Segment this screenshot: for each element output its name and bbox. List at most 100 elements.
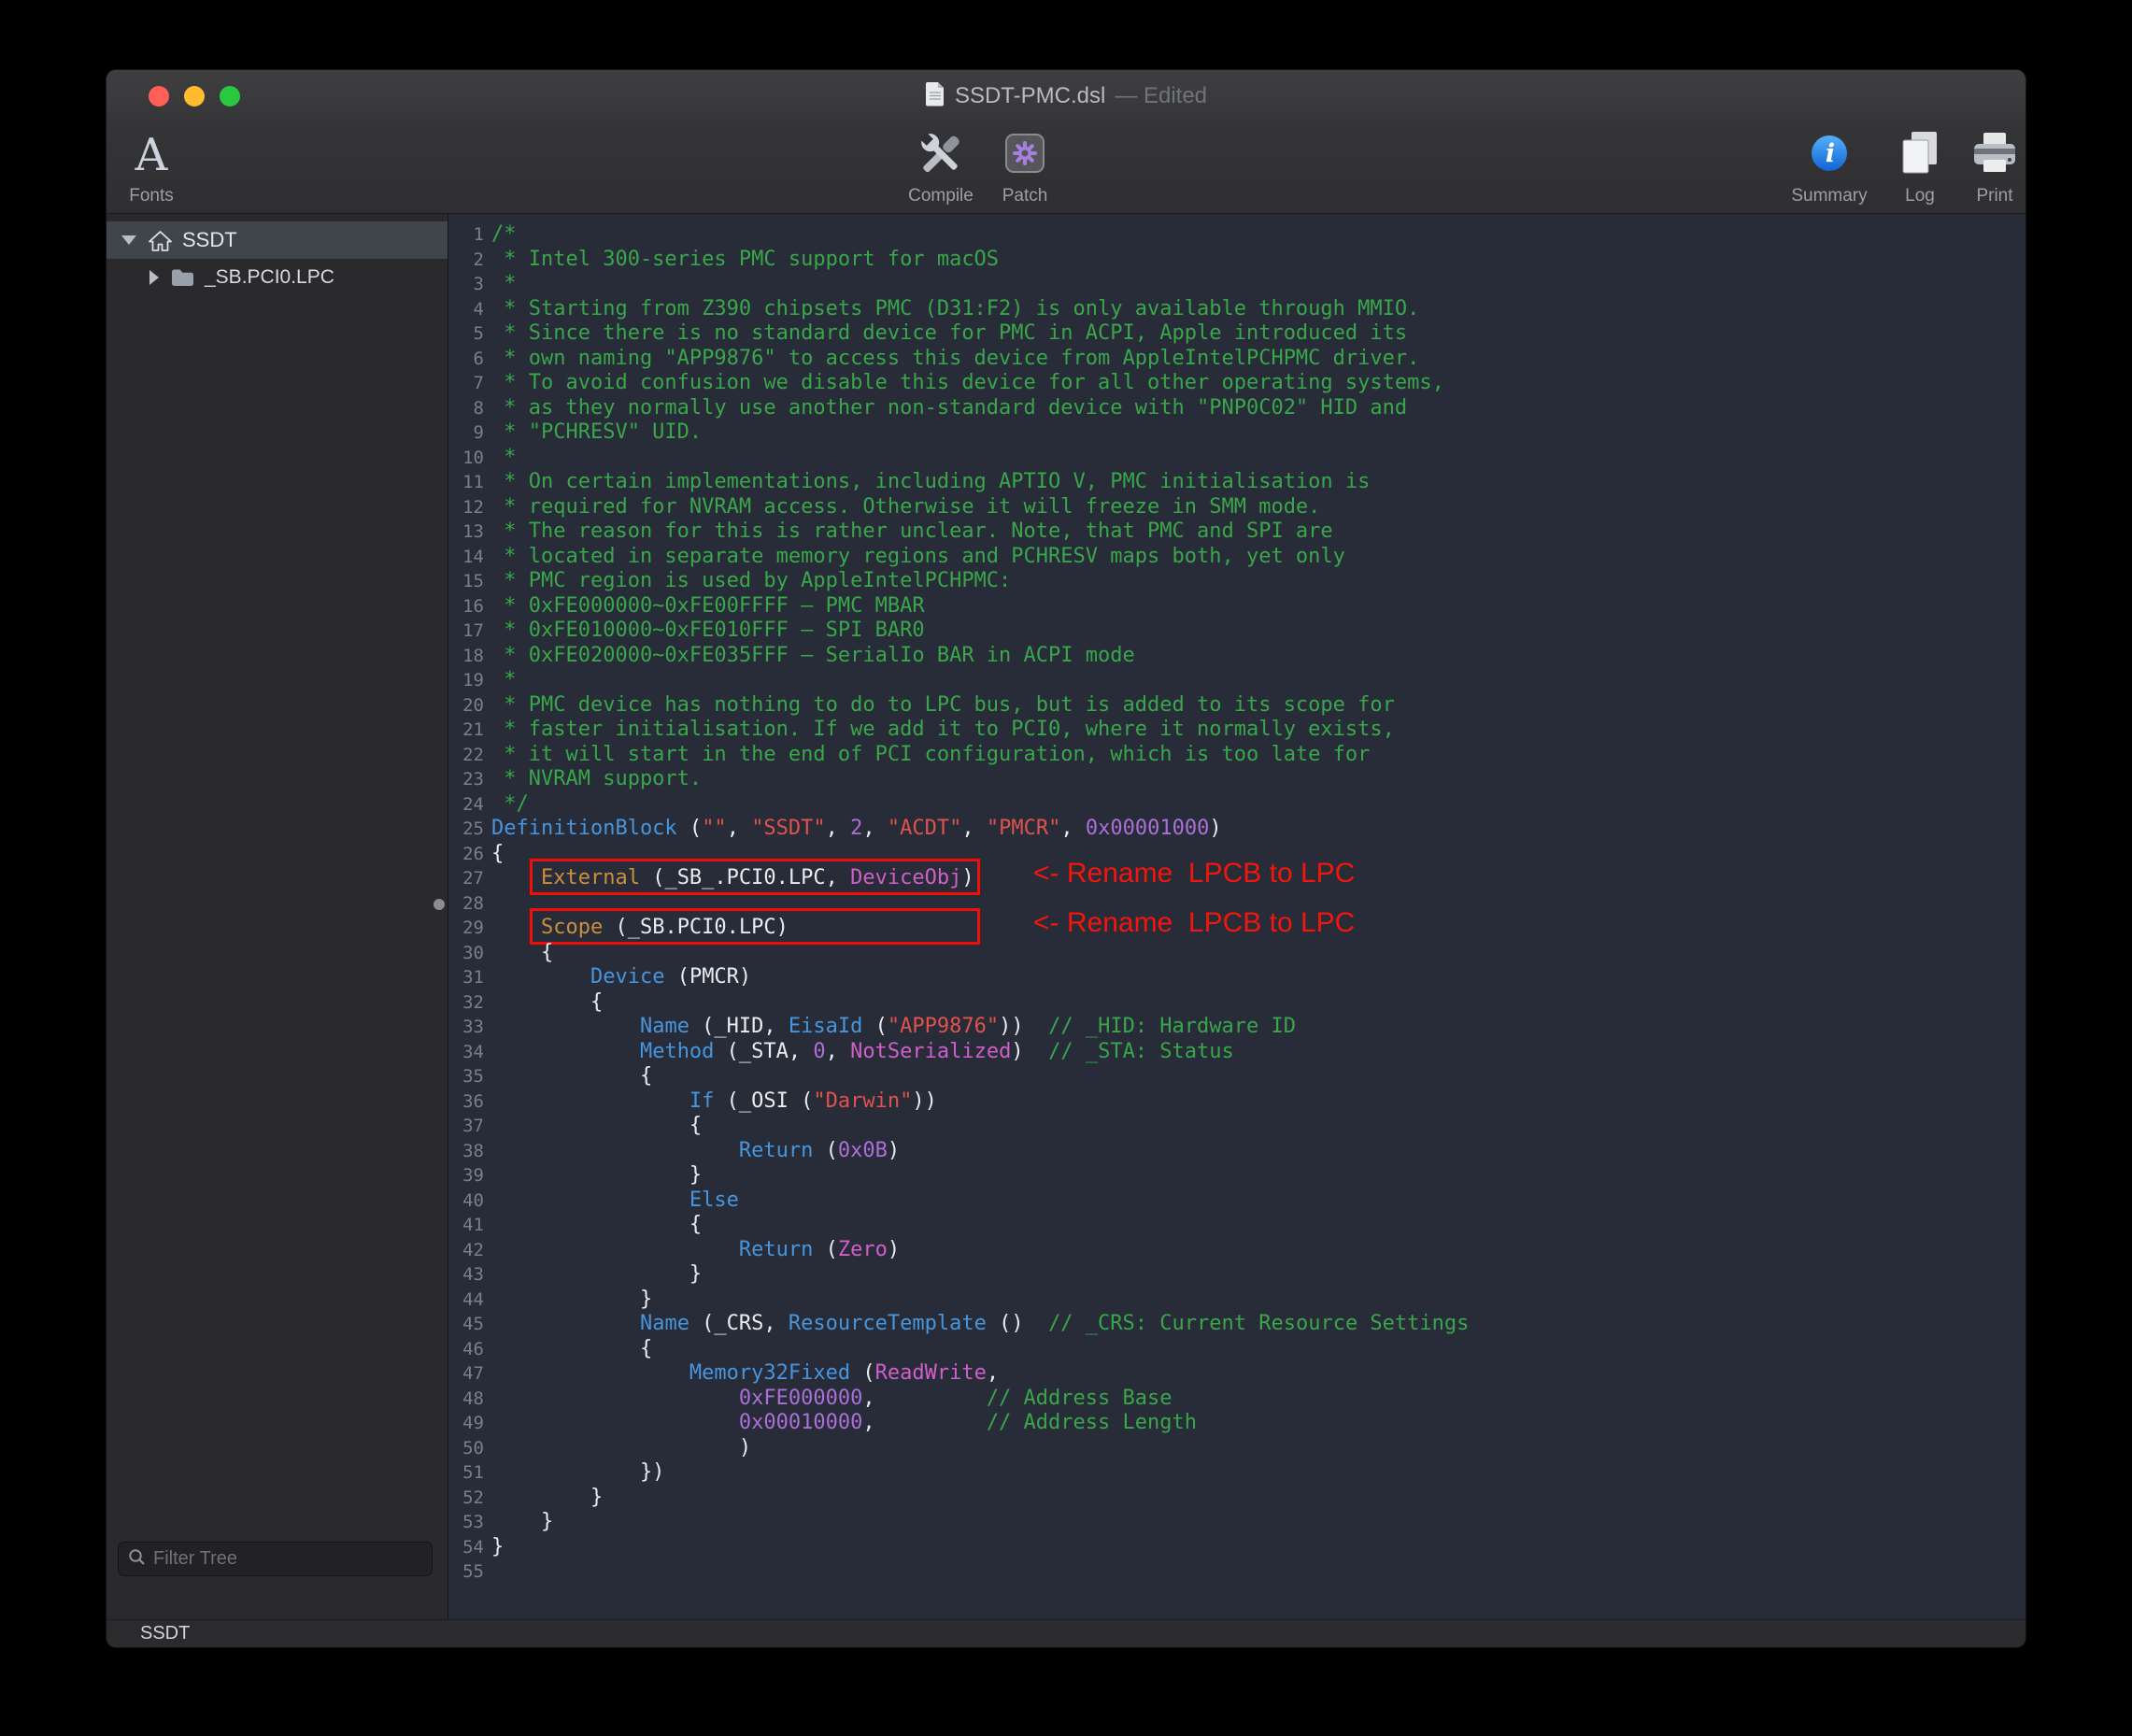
code-line[interactable]: 49 0x00010000, // Address Length — [448, 1411, 2025, 1436]
line-number: 23 — [448, 767, 491, 792]
magnifier-icon — [128, 1548, 146, 1571]
code-line[interactable]: 16 * 0xFE000000~0xFE00FFFF — PMC MBAR — [448, 594, 2025, 619]
code-line[interactable]: 38 Return (0x0B) — [448, 1139, 2025, 1164]
line-number: 45 — [448, 1312, 491, 1337]
code-line[interactable]: 40 Else — [448, 1188, 2025, 1214]
code-line[interactable]: 43 } — [448, 1262, 2025, 1288]
code-line[interactable]: 8 * as they normally use another non-sta… — [448, 396, 2025, 421]
code-text: * 0xFE000000~0xFE00FFFF — PMC MBAR — [491, 594, 925, 619]
line-number: 24 — [448, 792, 491, 818]
title-bar[interactable]: SSDT-PMC.dsl — Edited — [107, 70, 2025, 122]
code-editor[interactable]: 1/*2 * Intel 300-series PMC support for … — [448, 214, 2025, 1619]
filter-tree-input[interactable] — [153, 1548, 422, 1570]
line-number: 15 — [448, 569, 491, 594]
code-line[interactable]: 50 ) — [448, 1436, 2025, 1461]
code-line[interactable]: 23 * NVRAM support. — [448, 767, 2025, 792]
line-number: 38 — [448, 1139, 491, 1164]
patch-button[interactable]: Patch — [955, 126, 1095, 206]
line-number: 11 — [448, 470, 491, 495]
code-line[interactable]: 10 * — [448, 446, 2025, 471]
code-line[interactable]: 53 } — [448, 1510, 2025, 1535]
code-text: { — [491, 1114, 702, 1139]
code-text: * Since there is no standard device for … — [491, 321, 1407, 347]
code-text: { — [491, 842, 504, 867]
code-line[interactable]: 7 * To avoid confusion we disable this d… — [448, 371, 2025, 396]
code-text: } — [491, 1262, 702, 1288]
code-line[interactable]: 52 } — [448, 1486, 2025, 1511]
code-line[interactable]: 20 * PMC device has nothing to do to LPC… — [448, 693, 2025, 719]
line-number: 43 — [448, 1262, 491, 1288]
code-line[interactable]: 48 0xFE000000, // Address Base — [448, 1387, 2025, 1412]
line-number: 2 — [448, 248, 491, 273]
code-line[interactable]: 42 Return (Zero) — [448, 1238, 2025, 1263]
code-text: * Intel 300-series PMC support for macOS — [491, 248, 999, 273]
code-line[interactable]: 31 Device (PMCR) — [448, 965, 2025, 990]
code-line[interactable]: 1/* — [448, 222, 2025, 248]
code-line[interactable]: 33 Name (_HID, EisaId ("APP9876")) // _H… — [448, 1015, 2025, 1040]
code-line[interactable]: 2 * Intel 300-series PMC support for mac… — [448, 248, 2025, 273]
code-line[interactable]: 47 Memory32Fixed (ReadWrite, — [448, 1361, 2025, 1387]
code-line[interactable]: 41 { — [448, 1213, 2025, 1238]
line-number: 47 — [448, 1361, 491, 1387]
code-line[interactable]: 19 * — [448, 668, 2025, 693]
code-line[interactable]: 24 */ — [448, 792, 2025, 818]
code-line[interactable]: 6 * own naming "APP9876" to access this … — [448, 347, 2025, 372]
code-line[interactable]: 25DefinitionBlock ("", "SSDT", 2, "ACDT"… — [448, 817, 2025, 842]
line-number: 17 — [448, 619, 491, 644]
code-line[interactable]: 9 * "PCHRESV" UID. — [448, 420, 2025, 446]
code-line[interactable]: 27 External (_SB_.PCI0.LPC, DeviceObj)<-… — [448, 866, 2025, 891]
line-number: 4 — [448, 297, 491, 322]
code-line[interactable]: 32 { — [448, 990, 2025, 1016]
print-button[interactable]: Print — [1925, 126, 2025, 206]
code-text: * PMC region is used by AppleIntelPCHPMC… — [491, 569, 1011, 594]
window-title: SSDT-PMC.dsl — Edited — [107, 70, 2025, 122]
code-line[interactable]: 30 { — [448, 941, 2025, 966]
code-line[interactable]: 5 * Since there is no standard device fo… — [448, 321, 2025, 347]
line-number: 16 — [448, 594, 491, 619]
status-bar: SSDT — [107, 1619, 2025, 1647]
acpi-tree: SSDT _SB.PCI0.LPC — [107, 214, 448, 296]
code-line[interactable]: 46 { — [448, 1337, 2025, 1362]
code-line[interactable]: 15 * PMC region is used by AppleIntelPCH… — [448, 569, 2025, 594]
code-line[interactable]: 39 } — [448, 1163, 2025, 1188]
code-line[interactable]: 12 * required for NVRAM access. Otherwis… — [448, 495, 2025, 520]
line-number: 9 — [448, 420, 491, 446]
code-line[interactable]: 37 { — [448, 1114, 2025, 1139]
code-line[interactable]: 35 { — [448, 1064, 2025, 1089]
code-text: * as they normally use another non-stand… — [491, 396, 1407, 421]
code-line[interactable]: 21 * faster initialisation. If we add it… — [448, 718, 2025, 743]
code-line[interactable]: 22 * it will start in the end of PCI con… — [448, 743, 2025, 768]
code-line[interactable]: 34 Method (_STA, 0, NotSerialized) // _S… — [448, 1040, 2025, 1065]
code-line[interactable]: 13 * The reason for this is rather uncle… — [448, 519, 2025, 545]
code-line[interactable]: 54} — [448, 1535, 2025, 1560]
code-text: /* — [491, 222, 517, 248]
patch-gear-icon — [1002, 130, 1048, 181]
code-line[interactable]: 44 } — [448, 1288, 2025, 1313]
line-number: 54 — [448, 1535, 491, 1560]
line-number: 34 — [448, 1040, 491, 1065]
code-line[interactable]: 45 Name (_CRS, ResourceTemplate () // _C… — [448, 1312, 2025, 1337]
code-line[interactable]: 14 * located in separate memory regions … — [448, 545, 2025, 570]
home-icon — [148, 229, 173, 252]
code-text: { — [491, 1337, 652, 1362]
code-text: External (_SB_.PCI0.LPC, DeviceObj) — [491, 866, 974, 891]
code-text: * — [491, 668, 517, 693]
code-line[interactable]: 36 If (_OSI ("Darwin")) — [448, 1089, 2025, 1115]
code-line[interactable]: 3 * — [448, 272, 2025, 297]
gutter-marker-dot — [434, 899, 445, 910]
code-line[interactable]: 17 * 0xFE010000~0xFE010FFF — SPI BAR0 — [448, 619, 2025, 644]
code-line[interactable]: 11 * On certain implementations, includi… — [448, 470, 2025, 495]
filter-tree-field[interactable] — [118, 1542, 433, 1576]
tree-item-sb-pci0-lpc[interactable]: _SB.PCI0.LPC — [107, 259, 448, 296]
code-text: { — [491, 1064, 652, 1089]
tree-item-ssdt[interactable]: SSDT — [107, 221, 448, 259]
code-line[interactable]: 55 — [448, 1559, 2025, 1585]
line-number: 39 — [448, 1163, 491, 1188]
code-line[interactable]: 29 Scope (_SB.PCI0.LPC)<- Rename LPCB to… — [448, 916, 2025, 941]
code-line[interactable]: 18 * 0xFE020000~0xFE035FFF — SerialIo BA… — [448, 644, 2025, 669]
code-line[interactable]: 51 }) — [448, 1460, 2025, 1486]
disclosure-down-icon[interactable] — [121, 235, 136, 245]
fonts-button[interactable]: A Fonts — [107, 126, 221, 206]
code-line[interactable]: 4 * Starting from Z390 chipsets PMC (D31… — [448, 297, 2025, 322]
disclosure-right-icon[interactable] — [149, 270, 159, 285]
